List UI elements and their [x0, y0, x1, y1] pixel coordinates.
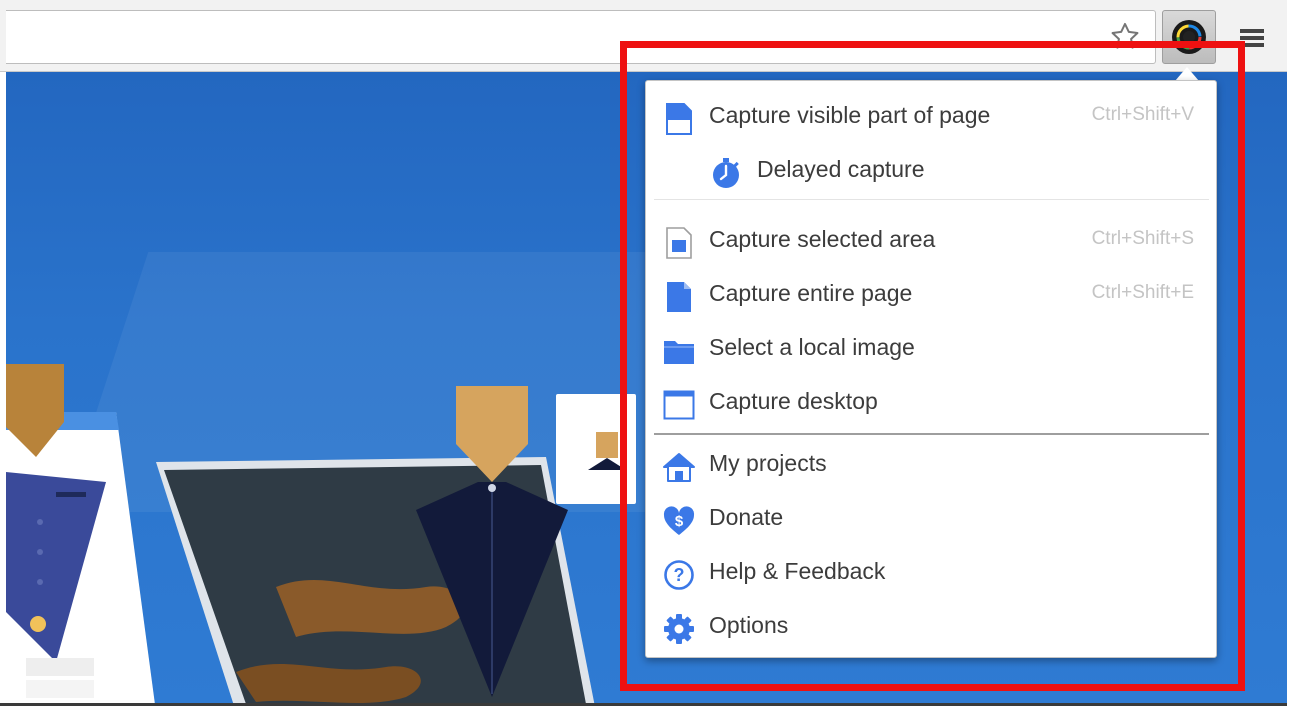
menu-item-label: Capture desktop [709, 387, 878, 414]
hamburger-menu-icon [1240, 29, 1264, 47]
menu-item-label: Capture selected area [709, 225, 936, 252]
home-icon [663, 451, 695, 483]
heart-dollar-icon: $ [663, 505, 695, 537]
center-illustration [156, 386, 595, 703]
menu-item-label: My projects [709, 449, 827, 476]
tooltip-card [556, 394, 636, 504]
folder-icon [663, 335, 695, 367]
menu-item-capture-selected-area[interactable]: Capture selected area Ctrl+Shift+S [646, 215, 1216, 263]
menu-item-capture-desktop[interactable]: Capture desktop [646, 377, 1216, 425]
svg-text:?: ? [674, 565, 685, 585]
visible-page-icon [663, 103, 695, 135]
browser-toolbar [0, 0, 1287, 72]
timer-icon [710, 157, 742, 189]
menu-item-my-projects[interactable]: My projects [646, 439, 1216, 487]
menu-item-label: Help & Feedback [709, 557, 886, 584]
page-right-gutter [1287, 0, 1310, 706]
menu-item-label: Capture visible part of page [709, 101, 991, 128]
popup-arrow [1175, 67, 1199, 81]
menu-item-label: Delayed capture [757, 155, 925, 182]
entire-page-icon [663, 281, 695, 313]
selected-area-icon [663, 227, 695, 259]
help-icon: ? [663, 559, 695, 591]
bookmark-star-button[interactable] [1104, 16, 1146, 58]
menu-item-label: Capture entire page [709, 279, 913, 306]
menu-item-capture-entire-page[interactable]: Capture entire page Ctrl+Shift+E [646, 269, 1216, 317]
keyboard-shortcut: Ctrl+Shift+V [1091, 104, 1194, 125]
menu-item-label: Select a local image [709, 333, 915, 360]
keyboard-shortcut: Ctrl+Shift+E [1091, 282, 1194, 303]
menu-item-label: Donate [709, 503, 784, 530]
keyboard-shortcut: Ctrl+Shift+S [1091, 228, 1194, 249]
menu-item-donate[interactable]: $ Donate [646, 493, 1216, 541]
menu-item-delayed-capture[interactable]: Delayed capture [646, 145, 1216, 193]
gear-icon [663, 613, 695, 645]
menu-item-select-local-image[interactable]: Select a local image [646, 323, 1216, 371]
menu-item-options[interactable]: Options [646, 601, 1216, 649]
menu-item-capture-visible[interactable]: Capture visible part of page Ctrl+Shift+… [646, 91, 1216, 139]
menu-item-label: Options [709, 611, 789, 638]
menu-item-help-feedback[interactable]: ? Help & Feedback [646, 547, 1216, 595]
browser-menu-button[interactable] [1232, 18, 1272, 58]
desktop-window-icon [663, 389, 695, 421]
svg-text:$: $ [675, 513, 684, 530]
menu-divider [654, 199, 1209, 200]
screenshot-extension-icon [1172, 20, 1206, 54]
bookmark-star-icon [1111, 22, 1139, 49]
screenshot-extension-button[interactable] [1162, 10, 1216, 64]
menu-divider [654, 433, 1209, 435]
address-bar[interactable] [6, 10, 1156, 64]
capture-menu-popup: Capture visible part of page Ctrl+Shift+… [645, 80, 1217, 658]
